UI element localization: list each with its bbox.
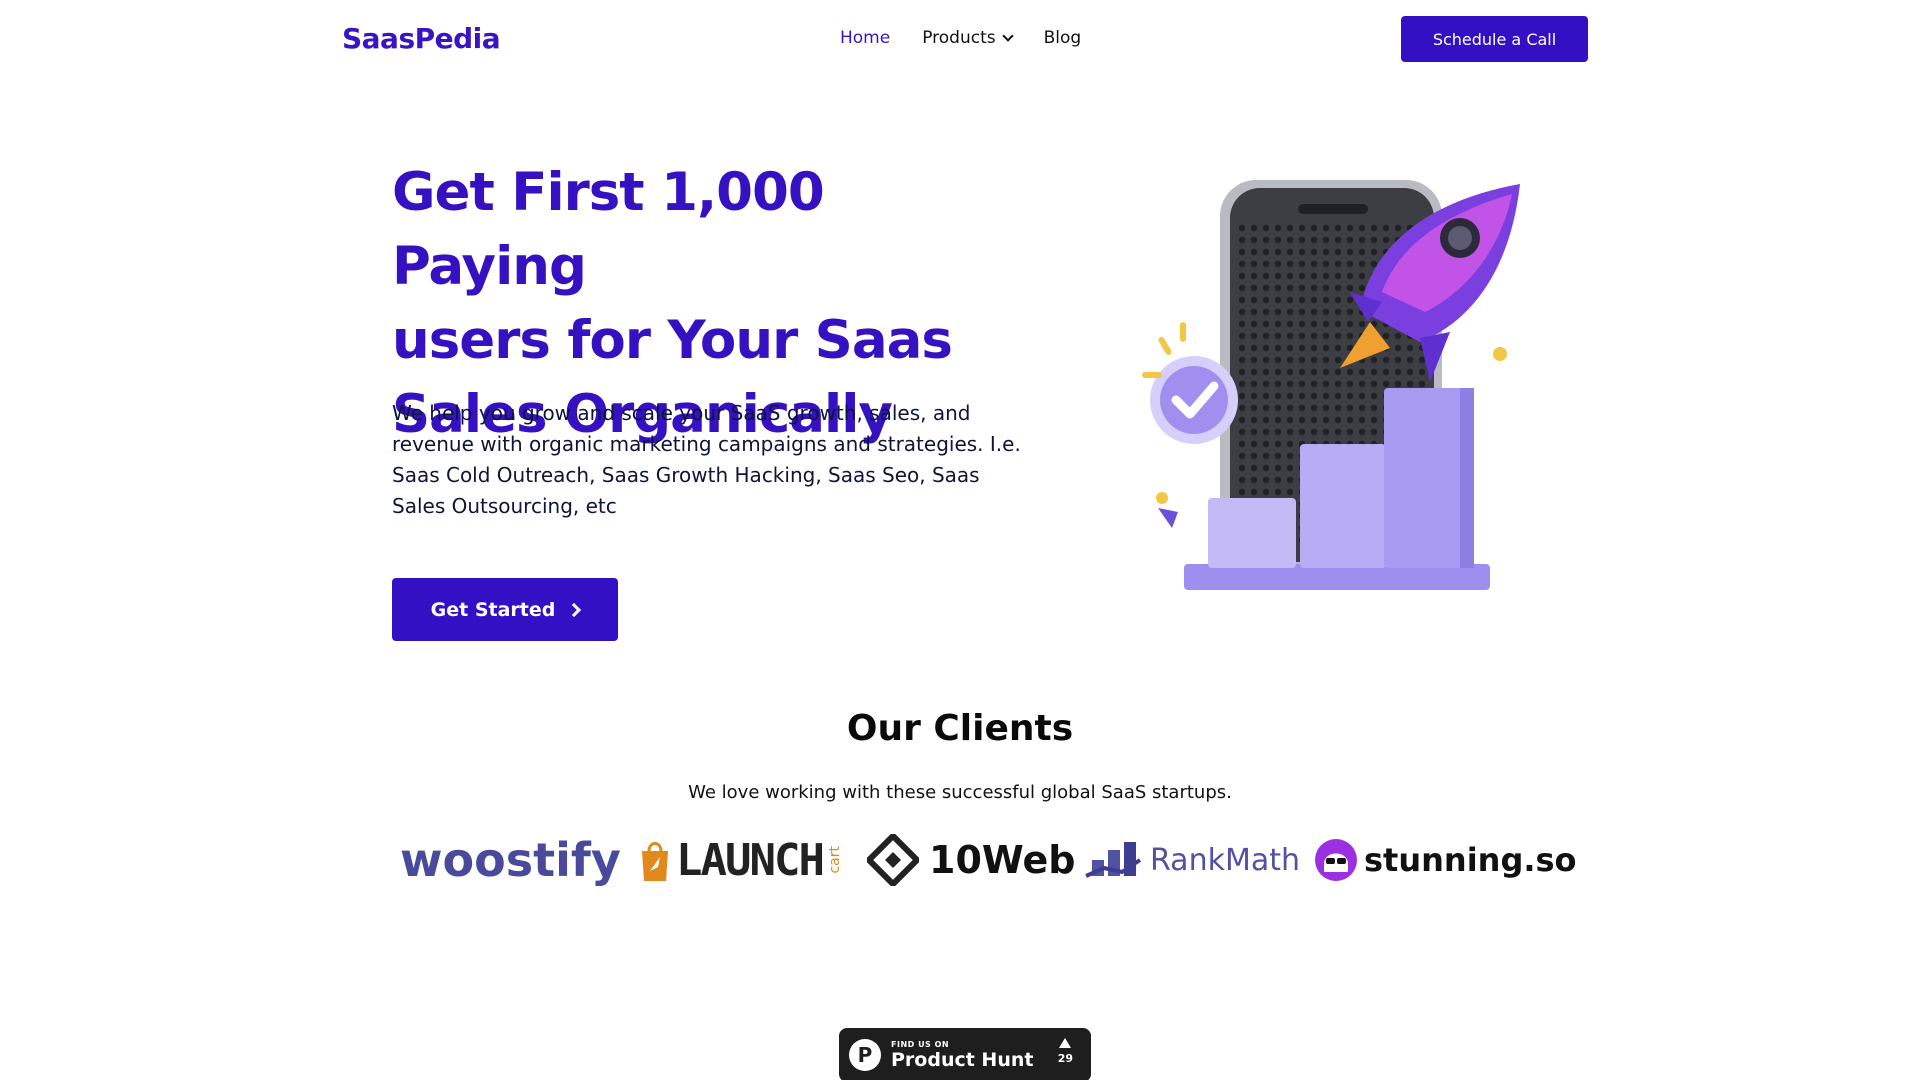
stunning-avatar-icon xyxy=(1315,839,1357,881)
shopping-bag-icon xyxy=(642,842,668,881)
product-hunt-name: Product Hunt xyxy=(891,1048,1034,1071)
nav-blog[interactable]: Blog xyxy=(1044,28,1082,48)
chevron-right-icon xyxy=(567,602,582,617)
hero-illustration xyxy=(1142,180,1520,590)
product-hunt-icon: P xyxy=(849,1039,881,1071)
nav-home[interactable]: Home xyxy=(840,28,890,48)
clients-title: Our Clients xyxy=(846,708,1074,749)
get-started-label: Get Started xyxy=(430,598,556,621)
hero-text-line: We help you grow and scale your SaaS gro… xyxy=(392,401,971,425)
schedule-call-button[interactable]: Schedule a Call xyxy=(1401,16,1588,62)
stunning-wordmark: stunning.so xyxy=(1364,841,1577,879)
product-hunt-text: FIND US ON Product Hunt xyxy=(891,1040,1033,1071)
rankmath-wordmark: RankMath xyxy=(1150,842,1300,878)
cart-wordmark: cart xyxy=(826,846,843,874)
tenweb-wordmark: 10Web xyxy=(929,838,1076,882)
rankmath-chart-icon xyxy=(1085,842,1142,878)
tenweb-diamond-icon xyxy=(867,834,919,886)
upvote-count: 29 xyxy=(1058,1038,1073,1065)
nav-products[interactable]: Products xyxy=(922,28,1014,48)
woostify-logo: woostify xyxy=(400,828,621,892)
get-started-button[interactable]: Get Started xyxy=(392,578,618,641)
brand-logo[interactable]: SaasPedia xyxy=(342,22,501,55)
hero-text-line: revenue with organic marketing campaigns… xyxy=(392,432,1021,456)
woostify-wordmark: woostify xyxy=(400,833,621,887)
hero-text-line: Sales Outsourcing, etc xyxy=(392,494,617,518)
product-hunt-small-label: FIND US ON xyxy=(891,1039,950,1049)
stunning-logo: stunning.so xyxy=(1314,828,1577,892)
tenweb-logo: 10Web xyxy=(867,828,1075,892)
hero-title-line: users for Your Saas xyxy=(392,310,953,371)
hero-text-line: Saas Cold Outreach, Saas Growth Hacking,… xyxy=(392,463,980,487)
upvote-number: 29 xyxy=(1057,1052,1073,1065)
launch-wordmark: LAUNCH xyxy=(676,834,825,886)
nav-products-label: Products xyxy=(922,28,996,48)
rankmath-logo: RankMath xyxy=(1084,828,1300,892)
upvote-arrow-icon xyxy=(1059,1038,1072,1048)
chevron-down-icon xyxy=(1001,30,1014,42)
clients-subtitle: We love working with these successful gl… xyxy=(688,782,1232,803)
check-badge-icon xyxy=(1150,356,1238,444)
hero-title-line: Get First 1,000 Paying xyxy=(392,162,825,297)
main-nav: Home Products Blog xyxy=(840,28,1081,48)
product-hunt-badge[interactable]: P FIND US ON Product Hunt 29 xyxy=(839,1028,1091,1080)
hero-description: We help you grow and scale your SaaS gro… xyxy=(392,398,1032,522)
client-logos: woostify LAUNCH cart 10Web RankMath stun… xyxy=(392,828,1577,892)
launch-cart-logo: LAUNCH cart xyxy=(638,828,843,892)
